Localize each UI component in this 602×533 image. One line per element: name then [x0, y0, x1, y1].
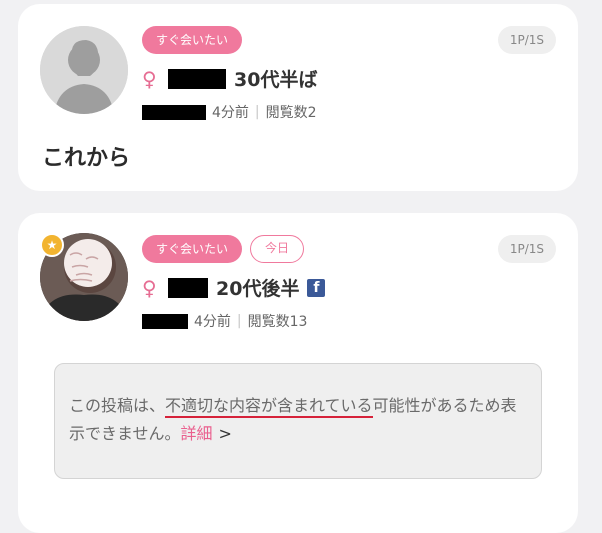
page-indicator: 1P/1S — [497, 235, 556, 263]
female-icon: ♀ — [142, 275, 157, 300]
view-count: 閲覧数13 — [247, 314, 308, 330]
user-info-row: ♀ 30代半ば — [142, 65, 317, 92]
age-label: 20代後半 — [216, 278, 300, 300]
tag-list: すぐ会いたい — [142, 26, 243, 54]
tag-list: すぐ会いたい 今日 — [142, 235, 305, 263]
meta-row: 4分前 | 閲覧数13 — [142, 311, 307, 331]
post-time: 4分前 — [212, 105, 249, 121]
meta-divider: | — [254, 104, 260, 120]
female-icon: ♀ — [142, 66, 157, 91]
avatar[interactable] — [40, 26, 128, 114]
chevron-right-icon[interactable]: > — [219, 424, 232, 443]
user-info-row: ♀ 20代後半 f — [142, 274, 326, 301]
tag-want-to-meet: すぐ会いたい — [142, 235, 243, 263]
page-indicator: 1P/1S — [497, 26, 556, 54]
default-avatar-silhouette-icon — [40, 26, 128, 114]
crown-badge-icon: ★ — [40, 233, 64, 257]
view-count: 閲覧数2 — [265, 105, 317, 121]
detail-link[interactable]: 詳細 — [181, 424, 213, 443]
notice-prefix: この投稿は、 — [69, 396, 166, 415]
tag-want-to-meet: すぐ会いたい — [142, 26, 243, 54]
facebook-icon: f — [307, 278, 326, 297]
meta-row: 4分前 | 閲覧数2 — [142, 102, 317, 122]
inappropriate-content-notice: この投稿は、不適切な内容が含まれている可能性があるため表示できません。詳細 > — [54, 363, 542, 479]
age-label: 30代半ば — [234, 69, 318, 91]
tag-today: 今日 — [250, 235, 305, 263]
post-card[interactable]: すぐ会いたい 1P/1S ♀ 30代半ば 4分前 | 閲覧数2 これから — [18, 4, 578, 191]
redacted-location — [142, 104, 206, 120]
redacted-username — [168, 277, 208, 298]
redacted-location — [142, 313, 188, 329]
post-text: これから — [42, 146, 131, 171]
meta-divider: | — [236, 313, 242, 329]
post-time: 4分前 — [194, 314, 231, 330]
notice-highlight: 不適切な内容が含まれている — [165, 396, 373, 418]
redacted-username — [168, 68, 226, 89]
post-card[interactable]: ★ すぐ会いたい 今日 1P/1S ♀ 20代後半 f 4分前 | 閲覧数13 … — [18, 213, 578, 533]
